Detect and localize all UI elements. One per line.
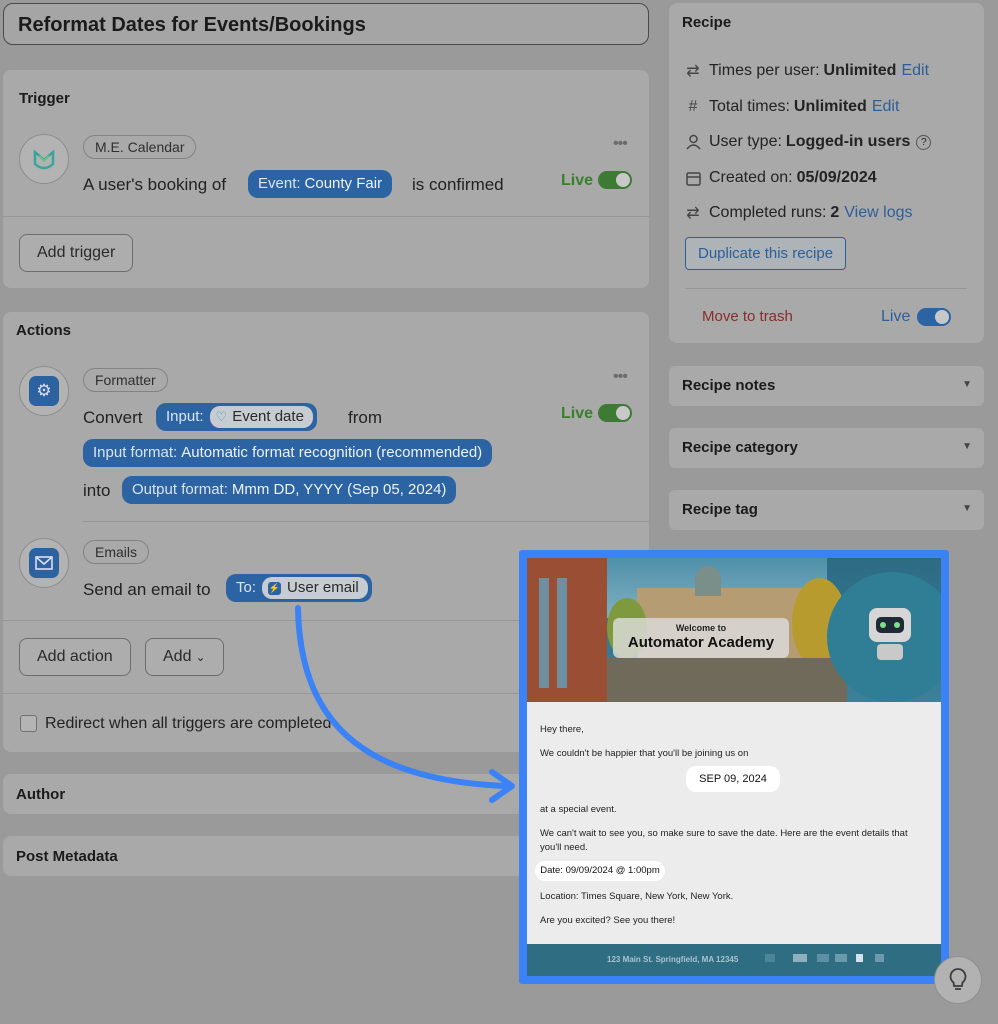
social-icon bbox=[856, 954, 863, 962]
hero-dome bbox=[695, 566, 721, 596]
social-icon bbox=[765, 954, 775, 962]
email-line3a: We can't wait to see you, so make sure t… bbox=[540, 828, 908, 839]
robot-body bbox=[877, 644, 903, 660]
email-hero-image: Welcome to Automator Academy bbox=[527, 558, 941, 702]
academy-title: Automator Academy bbox=[627, 634, 775, 651]
robot-icon bbox=[869, 608, 911, 642]
email-line3b: you'll need. bbox=[540, 842, 588, 853]
social-icon bbox=[817, 954, 829, 962]
welcome-banner: Welcome to Automator Academy bbox=[613, 618, 789, 658]
date-pill: SEP 09, 2024 bbox=[686, 766, 780, 792]
welcome-text: Welcome to bbox=[675, 623, 727, 633]
social-icon bbox=[793, 954, 807, 962]
email-line2: at a special event. bbox=[540, 804, 617, 815]
hero-window-column bbox=[557, 578, 567, 688]
email-preview: Welcome to Automator Academy Hey there, … bbox=[519, 550, 949, 984]
email-line1: We couldn't be happier that you'll be jo… bbox=[540, 748, 749, 759]
footer-address: 123 Main St. Springfield, MA 12345 bbox=[607, 955, 739, 964]
email-closing: Are you excited? See you there! bbox=[540, 915, 676, 926]
hero-window-column bbox=[539, 578, 549, 688]
email-greeting: Hey there, bbox=[540, 724, 584, 735]
hero-crowd bbox=[607, 658, 847, 702]
social-icon bbox=[835, 954, 847, 962]
date-line-pill: Date: 09/09/2024 @ 1:00pm bbox=[535, 861, 665, 881]
social-icon bbox=[875, 954, 884, 962]
lightbulb-help-button[interactable] bbox=[934, 956, 982, 1004]
email-location: Location: Times Square, New York, New Yo… bbox=[540, 891, 734, 902]
lightbulb-icon bbox=[949, 968, 967, 990]
email-body: Hey there, We couldn't be happier that y… bbox=[527, 702, 941, 944]
email-footer: 123 Main St. Springfield, MA 12345 bbox=[527, 944, 941, 976]
